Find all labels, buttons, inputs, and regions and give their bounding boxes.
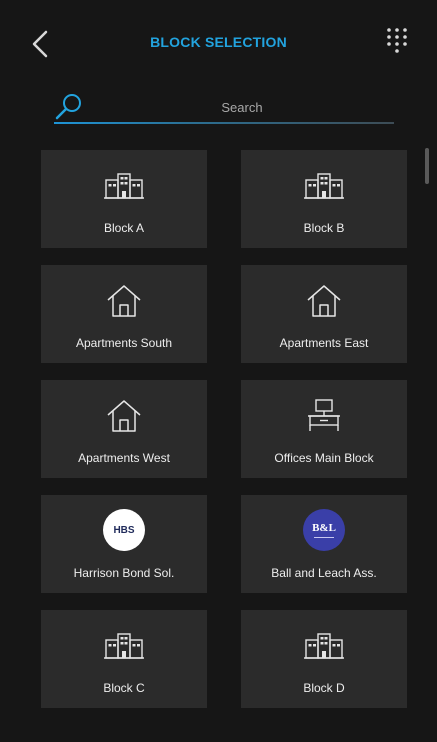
tile-label: Apartments South [75,336,173,350]
page-title: BLOCK SELECTION [150,34,287,50]
block-selection-screen: BLOCK SELECTION Search Block A Block B A… [0,0,437,742]
tile-block-a[interactable]: Block A [41,150,207,248]
tile-label: Ball and Leach Ass. [271,566,377,580]
tile-label: Harrison Bond Sol. [73,566,175,580]
search-icon [55,94,81,120]
tile-harrison-bond-sol[interactable]: HBS Harrison Bond Sol. [41,495,207,593]
building-icon [304,173,344,199]
hbs-logo-text: HBS [113,524,135,536]
tile-label: Block C [103,681,145,695]
tile-block-d[interactable]: Block D [241,610,407,708]
building-icon [104,173,144,199]
tile-label: Block B [303,221,345,235]
building-icon [104,633,144,659]
office-desk-icon [308,399,340,431]
grid-menu-icon [387,28,407,53]
search-bar [54,86,394,124]
house-icon [307,285,341,317]
tile-offices-main-block[interactable]: Offices Main Block [241,380,407,478]
tile-block-b[interactable]: Block B [241,150,407,248]
tile-block-c[interactable]: Block C [41,610,207,708]
tile-label: Apartments West [78,451,170,465]
house-icon [107,285,141,317]
grid-menu-button[interactable] [383,24,411,58]
tile-apartments-west[interactable]: Apartments West [41,380,207,478]
bl-logo: B&L [303,509,345,551]
tile-apartments-east[interactable]: Apartments East [241,265,407,363]
tile-label: Apartments East [279,336,369,350]
tile-label: Block A [103,221,145,235]
scrollbar-thumb[interactable] [425,148,429,184]
house-icon [107,400,141,432]
search-input[interactable] [90,94,394,120]
tile-label: Offices Main Block [274,451,374,465]
building-icon [304,633,344,659]
tile-label: Block D [303,681,345,695]
search-underline [54,122,394,124]
header: BLOCK SELECTION [0,0,437,80]
hbs-logo: HBS [103,509,145,551]
tile-ball-and-leach-ass[interactable]: B&L Ball and Leach Ass. [241,495,407,593]
bl-logo-text: B&L [312,522,336,534]
tile-apartments-south[interactable]: Apartments South [41,265,207,363]
